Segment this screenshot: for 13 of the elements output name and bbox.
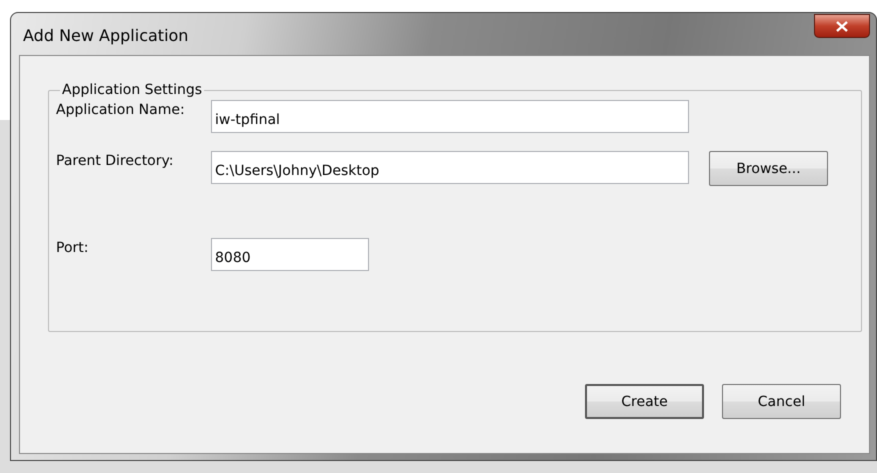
input-field[interactable]: 8080: [211, 238, 369, 271]
field-label: Application Name:: [56, 101, 186, 118]
dialog-button[interactable]: Cancel: [722, 384, 841, 419]
close-icon: [836, 20, 848, 32]
field-label: Parent Directory:: [56, 152, 174, 169]
group-title: Application Settings: [61, 82, 204, 98]
input-field[interactable]: C:\Users\Johny\Desktop: [211, 151, 689, 184]
field-label: Port:: [56, 239, 90, 256]
dialog-button[interactable]: Create: [585, 384, 704, 419]
browse-button[interactable]: Browse...: [709, 151, 828, 186]
window-title: Add New Application: [22, 26, 188, 44]
close-button[interactable]: [814, 14, 870, 38]
input-field[interactable]: iw-tpfinal: [211, 100, 689, 133]
